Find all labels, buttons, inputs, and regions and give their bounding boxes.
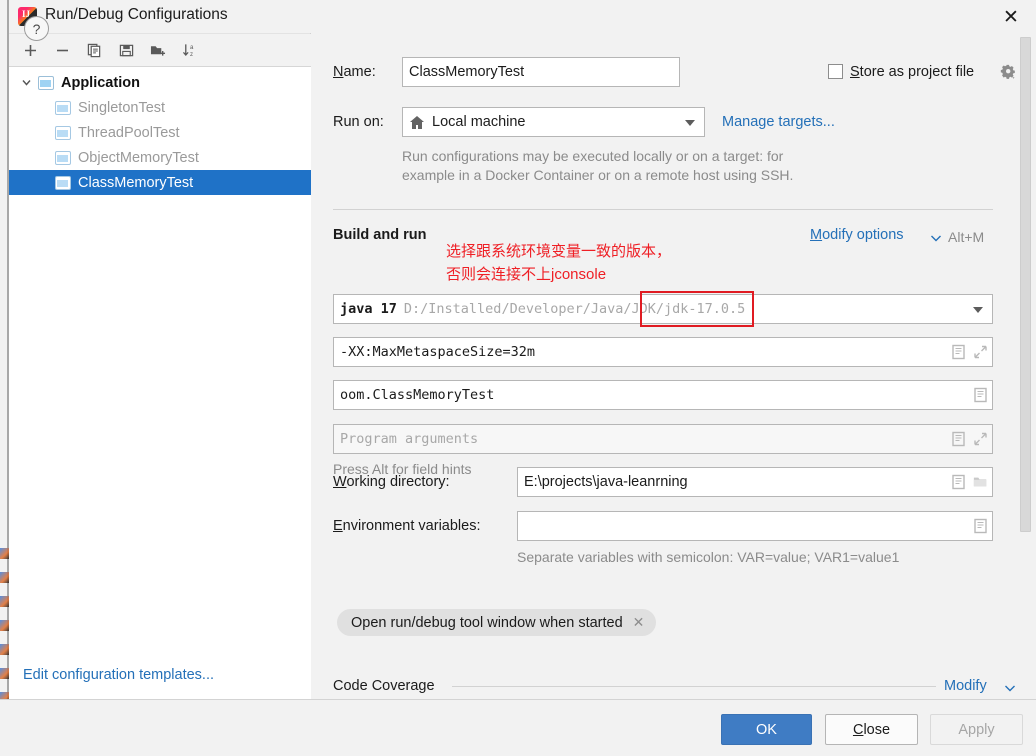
vm-options-input[interactable]: -XX:MaxMetaspaceSize=32m [333, 337, 993, 367]
working-directory-label: Working directory: [333, 474, 450, 490]
tree-item-label: ThreadPoolTest [78, 124, 180, 141]
expand-arrows-icon[interactable] [973, 344, 988, 360]
remove-configuration-button[interactable] [49, 38, 75, 63]
tree-item-threadpooltest[interactable]: ThreadPoolTest [9, 120, 311, 145]
tree-item-classmemorytest[interactable]: ClassMemoryTest [9, 170, 311, 195]
application-config-icon [55, 100, 71, 115]
run-on-value: Local machine [432, 114, 526, 130]
name-input-value: ClassMemoryTest [409, 64, 525, 80]
environment-variables-hint: Separate variables with semicolon: VAR=v… [517, 549, 900, 565]
application-config-icon [38, 75, 54, 90]
configurations-toolbar: a z [9, 34, 311, 67]
browse-folder-icon[interactable] [973, 474, 988, 490]
tree-item-label: SingletonTest [78, 99, 166, 116]
working-directory-input[interactable]: E:\projects\java-leanrning [517, 467, 993, 497]
chevron-down-icon[interactable] [685, 120, 695, 126]
configurations-tree: Application SingletonTest ThreadPoolTest… [9, 67, 311, 699]
code-coverage-modify-link[interactable]: Modify [944, 678, 987, 694]
store-as-project-file-label: Store as project file [850, 64, 975, 80]
application-config-icon [55, 150, 71, 165]
application-config-icon [55, 175, 71, 190]
environment-variables-input[interactable] [517, 511, 993, 541]
section-divider [452, 686, 936, 687]
close-button[interactable]: Close [825, 714, 918, 745]
folder-add-icon[interactable] [145, 38, 171, 63]
scrollbar-thumb[interactable] [1020, 37, 1031, 532]
home-icon [410, 115, 424, 129]
working-directory-value: E:\projects\java-leanrning [524, 474, 688, 490]
annotation-line-2: 否则会连接不上jconsole [446, 266, 607, 283]
ok-button[interactable]: OK [721, 714, 812, 745]
background-window-strip [0, 0, 9, 756]
background-icon-artifact [0, 548, 9, 559]
expand-editor-icon[interactable] [973, 387, 988, 403]
environment-variables-label: Environment variables: [333, 518, 481, 534]
application-config-icon [55, 125, 71, 140]
tree-group-label: Application [61, 74, 140, 91]
window-title: Run/Debug Configurations [45, 6, 228, 23]
jdk-value: java 17 [340, 301, 397, 317]
expand-editor-icon[interactable] [951, 431, 966, 447]
chevron-down-icon[interactable] [973, 307, 983, 313]
main-class-input[interactable]: oom.ClassMemoryTest [333, 380, 993, 410]
chevron-down-icon[interactable] [19, 75, 34, 90]
modify-options-link[interactable]: Modify options [810, 227, 904, 243]
manage-targets-link[interactable]: Manage targets... [722, 114, 835, 130]
section-divider [333, 209, 993, 210]
program-arguments-input[interactable]: Program arguments [333, 424, 993, 454]
background-icon-artifact [0, 644, 9, 655]
run-on-label: Run on: [333, 114, 384, 130]
name-label: Name: [333, 64, 376, 80]
run-on-hint-line2: example in a Docker Container or on a re… [402, 167, 794, 183]
store-as-project-file-checkbox[interactable] [828, 64, 843, 79]
sort-alphabetically-icon[interactable]: a z [177, 38, 203, 63]
configuration-editor-panel: Name: ClassMemoryTest Store as project f… [312, 33, 1036, 699]
expand-editor-icon[interactable] [973, 518, 988, 534]
title-bar: Run/Debug Configurations ✕ [9, 0, 1036, 33]
expand-editor-icon[interactable] [951, 344, 966, 360]
edit-configuration-templates-link[interactable]: Edit configuration templates... [9, 667, 311, 683]
svg-text:a: a [190, 44, 194, 51]
chevron-down-icon[interactable] [1004, 684, 1016, 693]
expand-editor-icon[interactable] [951, 474, 966, 490]
jdk-path: D:/Installed/Developer/Java/JDK/jdk-17.0… [403, 301, 746, 317]
help-button[interactable]: ? [24, 16, 49, 41]
code-coverage-title: Code Coverage [333, 678, 435, 694]
name-input[interactable]: ClassMemoryTest [402, 57, 680, 87]
run-debug-configurations-dialog: Run/Debug Configurations ✕ [0, 0, 1036, 756]
program-arguments-placeholder: Program arguments [340, 431, 479, 447]
tree-item-singletontest[interactable]: SingletonTest [9, 95, 311, 120]
close-icon[interactable]: ✕ [997, 6, 1025, 28]
tree-item-objectmemorytest[interactable]: ObjectMemoryTest [9, 145, 311, 170]
background-icon-artifact [0, 668, 9, 679]
run-on-hint-line1: Run configurations may be executed local… [402, 148, 784, 164]
vm-options-value: -XX:MaxMetaspaceSize=32m [340, 344, 536, 360]
gear-dropdown-icon[interactable] [1000, 63, 1018, 81]
close-icon[interactable]: ✕ [633, 614, 645, 631]
expand-arrows-icon[interactable] [973, 431, 988, 447]
main-class-value: oom.ClassMemoryTest [340, 387, 495, 403]
svg-text:z: z [190, 51, 193, 58]
background-icon-artifact [0, 572, 9, 583]
background-icon-artifact [0, 596, 9, 607]
run-on-select[interactable]: Local machine [402, 107, 705, 137]
add-configuration-button[interactable] [17, 38, 43, 63]
apply-button: Apply [930, 714, 1023, 745]
jdk-select[interactable]: java 17 D:/Installed/Developer/Java/JDK/… [333, 294, 993, 324]
option-chip-label: Open run/debug tool window when started [351, 614, 623, 631]
build-and-run-title: Build and run [333, 227, 427, 243]
chevron-down-icon[interactable] [930, 234, 942, 243]
configurations-panel: a z Application SingletonTest ThreadPool… [9, 33, 311, 699]
option-chip-open-run-debug-tool-window[interactable]: Open run/debug tool window when started … [337, 609, 657, 636]
save-icon[interactable] [113, 38, 139, 63]
tree-item-label: ClassMemoryTest [78, 174, 194, 191]
tree-item-label: ObjectMemoryTest [78, 149, 199, 166]
annotation-line-1: 选择跟系统环境变量一致的版本， [446, 243, 672, 260]
background-icon-artifact [0, 620, 9, 631]
tree-group-application[interactable]: Application [9, 70, 311, 95]
modify-options-shortcut: Alt+M [948, 229, 985, 245]
copy-icon[interactable] [81, 38, 107, 63]
